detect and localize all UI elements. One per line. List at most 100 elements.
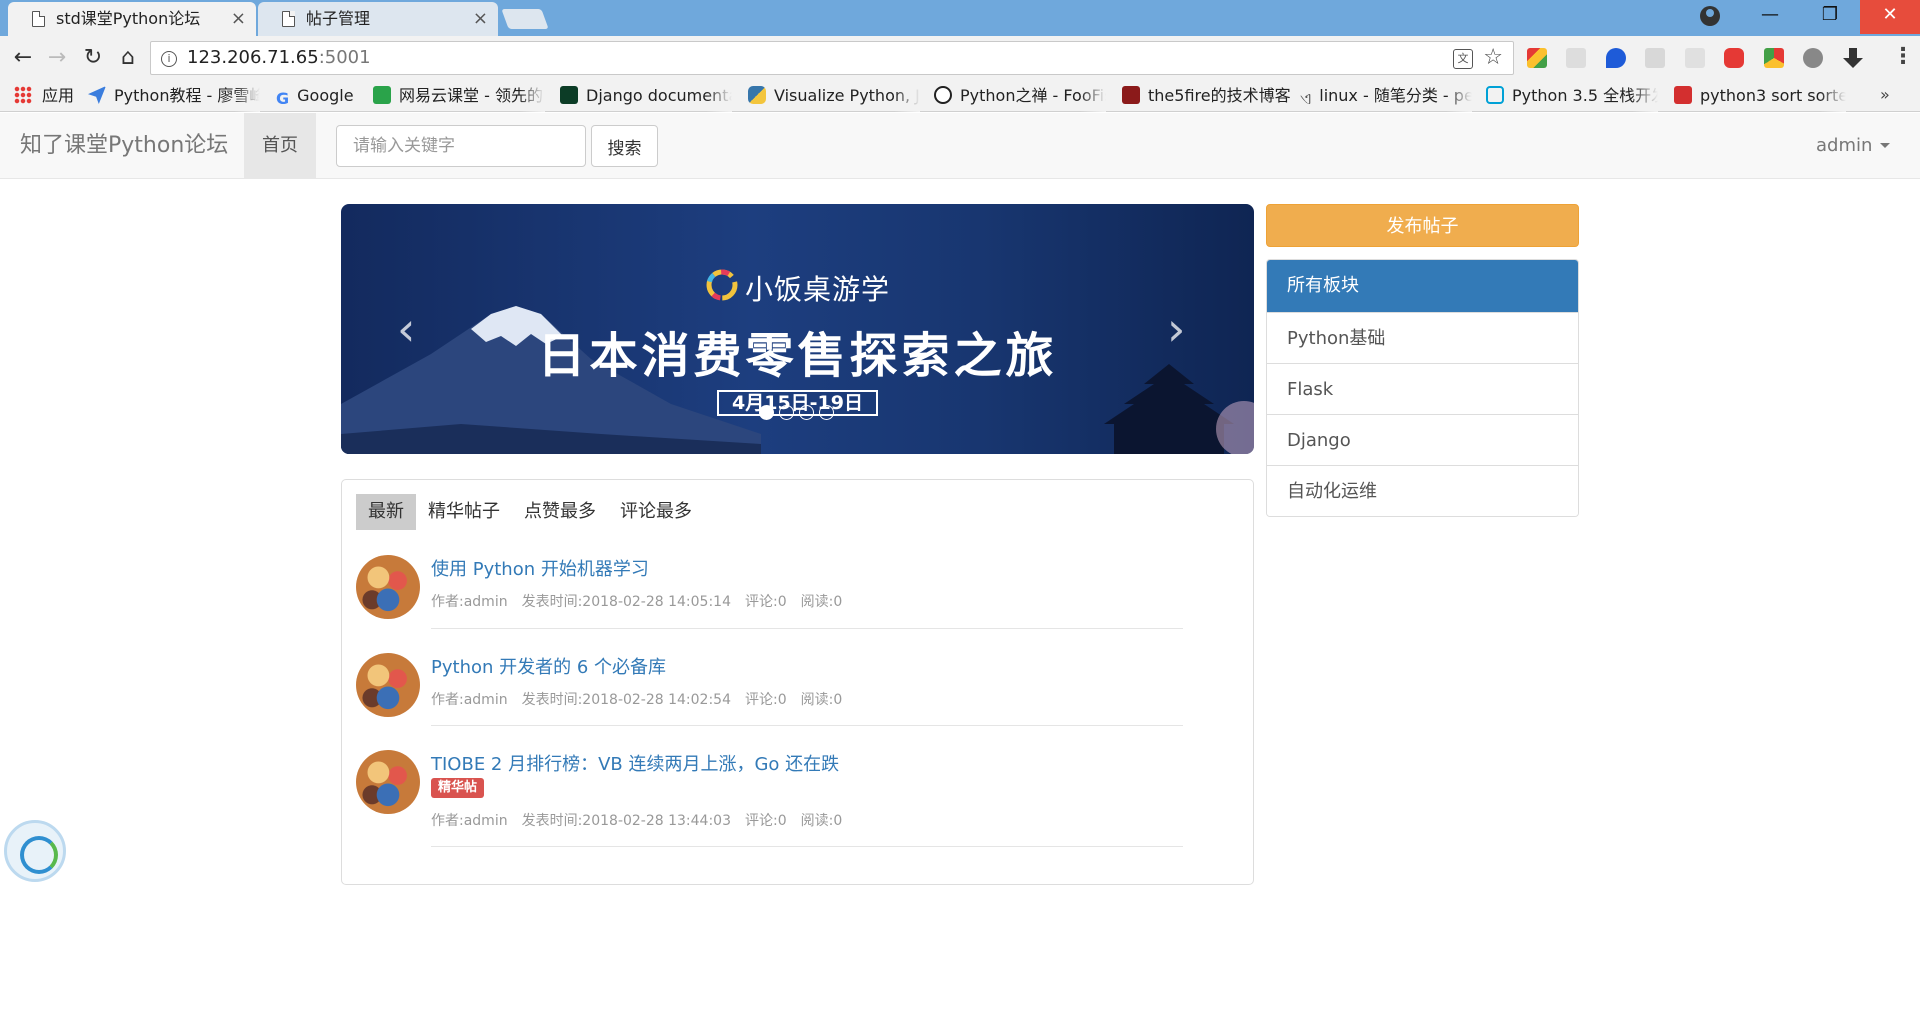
author-avatar[interactable] <box>356 653 420 717</box>
featured-badge: 精华帖 <box>431 778 485 798</box>
divider <box>431 725 1183 726</box>
bookmark-label: the5fire的技术博客 <box>1148 86 1291 105</box>
vimium-icon[interactable] <box>1606 48 1626 68</box>
reload-icon[interactable]: ↻ <box>78 44 108 72</box>
carousel-dot[interactable] <box>799 405 814 420</box>
bookmark-item[interactable]: 网易云课堂 - 领先的 <box>373 80 545 112</box>
tab-featured[interactable]: 精华帖子 <box>416 494 512 530</box>
bookmark-item[interactable]: Visualize Python, Ja <box>748 80 920 112</box>
tab-most-liked[interactable]: 点赞最多 <box>512 494 608 530</box>
search-input[interactable] <box>336 125 586 167</box>
search-button[interactable]: 搜索 <box>591 125 658 167</box>
board-item-django[interactable]: Django <box>1267 414 1578 465</box>
chrome-icon[interactable] <box>1764 48 1784 68</box>
publish-post-button[interactable]: 发布帖子 <box>1266 204 1579 247</box>
youtube-icon[interactable] <box>1724 48 1744 68</box>
boards-list: 所有板块 Python基础 Flask Django 自动化运维 <box>1266 259 1579 517</box>
adblock-off-icon[interactable] <box>1566 48 1586 68</box>
browser-tab-inactive[interactable]: 帖子管理 × <box>258 2 498 36</box>
close-window-button[interactable]: ✕ <box>1860 0 1920 34</box>
rocket-icon <box>88 86 106 104</box>
browser-menu-icon[interactable]: ⋮ <box>1892 44 1914 69</box>
brand-logo-icon <box>706 269 738 301</box>
forward-icon[interactable]: → <box>42 44 72 72</box>
carousel-dot[interactable] <box>779 405 794 420</box>
author-avatar[interactable] <box>356 750 420 814</box>
site-brand[interactable]: 知了课堂Python论坛 <box>20 113 228 179</box>
floating-assistant-icon[interactable] <box>4 820 66 882</box>
profile-icon[interactable] <box>1700 6 1720 26</box>
download-icon[interactable] <box>1843 48 1863 68</box>
post-author: 作者:admin <box>431 813 508 829</box>
post-item: TIOBE 2 月排行榜：VB 连续两月上涨，Go 还在跌 精华帖 作者:adm… <box>356 750 1186 848</box>
bookmark-star-icon[interactable]: ☆ <box>1483 45 1503 70</box>
post-reads: 阅读:0 <box>800 813 843 829</box>
board-item-all[interactable]: 所有板块 <box>1267 260 1578 312</box>
apps-grid-icon <box>14 86 32 104</box>
banner-carousel[interactable]: 小饭桌游学 日本消费零售探索之旅 4月15日-19日 ‹ › <box>341 204 1254 454</box>
bookmarks-overflow-button[interactable]: » <box>1880 80 1890 110</box>
bookmark-item[interactable]: the5fire的技术博客 <box>1122 80 1294 112</box>
board-item-ops-automation[interactable]: 自动化运维 <box>1267 465 1578 516</box>
caret-down-icon <box>1880 143 1891 148</box>
tab-latest[interactable]: 最新 <box>356 494 416 530</box>
bookmark-item[interactable]: ଏ linux - 随笔分类 - pe <box>1300 80 1472 112</box>
the5fire-icon <box>1122 86 1140 104</box>
extension-icon[interactable] <box>1685 48 1705 68</box>
bookmark-item[interactable]: Python之禅 - FooFis <box>934 80 1106 112</box>
browser-toolbar: ← → ↻ ⌂ i 123.206.71.65:5001 文 ☆ ⋮ <box>0 36 1920 80</box>
close-tab-icon[interactable]: × <box>231 2 246 36</box>
site-info-icon[interactable]: i <box>161 51 177 67</box>
python-icon <box>748 86 766 104</box>
browser-tab-active[interactable]: std课堂Python论坛 × <box>8 2 256 36</box>
username: admin <box>1816 135 1873 156</box>
carousel-dot[interactable] <box>819 405 834 420</box>
bookmark-item[interactable]: Python 3.5 全栈开发 <box>1486 80 1658 112</box>
bookmark-item[interactable]: G Google <box>276 80 366 112</box>
carousel-next-icon[interactable]: › <box>1167 306 1185 352</box>
nav-home-link[interactable]: 首页 <box>244 113 316 178</box>
carousel-dot[interactable] <box>759 405 774 420</box>
site-navbar: 知了课堂Python论坛 首页 搜索 admin <box>0 113 1920 179</box>
close-tab-icon[interactable]: × <box>473 2 488 36</box>
address-bar[interactable]: i 123.206.71.65:5001 文 ☆ <box>150 41 1514 75</box>
carousel-prev-icon[interactable]: ‹ <box>397 306 415 352</box>
extension-icon[interactable] <box>1645 48 1665 68</box>
carousel-indicators <box>759 405 839 421</box>
bookmarks-bar: 应用 Python教程 - 廖雪峰 G Google 网易云课堂 - 领先的 Dj… <box>0 80 1920 112</box>
browser-tab-title: std课堂Python论坛 <box>56 9 201 28</box>
divider <box>431 628 1183 629</box>
board-item-python-basics[interactable]: Python基础 <box>1267 312 1578 363</box>
django-icon <box>560 86 578 104</box>
post-author: 作者:admin <box>431 692 508 708</box>
post-reads: 阅读:0 <box>800 594 843 610</box>
post-comments: 评论:0 <box>745 594 787 610</box>
maximize-button[interactable]: ❐ <box>1800 0 1860 34</box>
bookmark-item[interactable]: python3 sort sorted <box>1674 80 1846 112</box>
post-title-link[interactable]: TIOBE 2 月排行榜：VB 连续两月上涨，Go 还在跌 <box>431 750 839 776</box>
post-time: 发表时间:2018-02-28 13:44:03 <box>521 813 731 829</box>
post-author: 作者:admin <box>431 594 508 610</box>
extension-icon[interactable] <box>1803 48 1823 68</box>
bookmark-item[interactable]: Python教程 - 廖雪峰 <box>88 80 260 112</box>
user-menu[interactable]: admin <box>1816 113 1891 179</box>
home-icon[interactable]: ⌂ <box>113 44 143 72</box>
minimize-button[interactable]: — <box>1740 0 1800 34</box>
translate-icon[interactable]: 文 <box>1453 49 1473 69</box>
new-tab-button[interactable] <box>501 9 549 29</box>
google-icon: G <box>276 89 290 108</box>
avatar-icon <box>934 86 952 104</box>
back-icon[interactable]: ← <box>8 44 38 72</box>
bookmark-label: Google <box>297 86 354 105</box>
board-item-flask[interactable]: Flask <box>1267 363 1578 414</box>
author-avatar[interactable] <box>356 555 420 619</box>
bookmark-apps[interactable]: 应用 <box>14 80 78 112</box>
posts-panel: 最新 精华帖子 点赞最多 评论最多 使用 Python 开始机器学习 作者:admin… <box>341 479 1254 885</box>
post-title-link[interactable]: Python 开发者的 6 个必备库 <box>431 653 666 679</box>
tab-most-commented[interactable]: 评论最多 <box>608 494 704 530</box>
bookmark-item[interactable]: Django documentat <box>560 80 732 112</box>
url-port: :5001 <box>318 47 371 68</box>
extension-icon[interactable] <box>1527 48 1547 68</box>
url-text[interactable]: 123.206.71.65:5001 <box>187 42 371 74</box>
post-title-link[interactable]: 使用 Python 开始机器学习 <box>431 555 649 581</box>
